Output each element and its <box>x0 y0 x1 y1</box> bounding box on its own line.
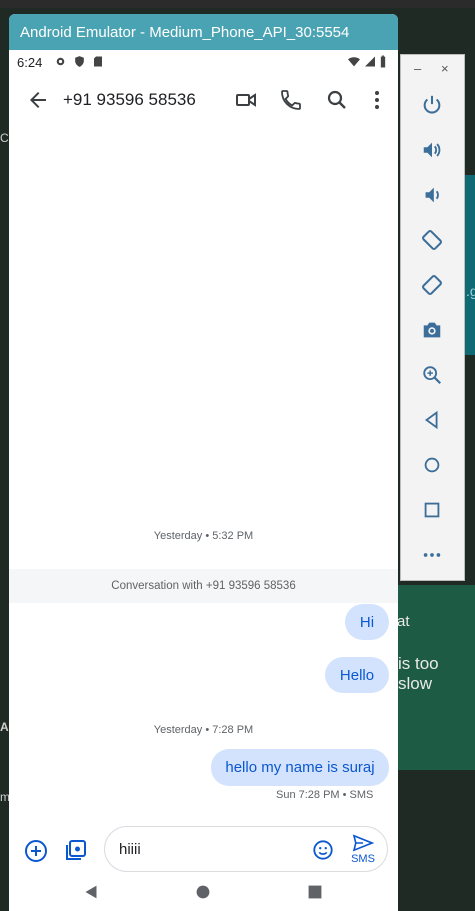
status-bar: 6:24 <box>9 50 398 74</box>
gallery-icon[interactable] <box>64 838 88 862</box>
close-button[interactable]: × <box>441 61 449 76</box>
message-input[interactable]: hiiii SMS <box>104 826 388 872</box>
navigation-bar <box>9 876 398 911</box>
shield-icon <box>73 55 86 68</box>
rotate-left-icon[interactable] <box>421 229 443 251</box>
background-text: is too slow <box>398 654 439 693</box>
status-time: 6:24 <box>17 55 43 70</box>
back-icon[interactable] <box>421 409 443 431</box>
contact-title[interactable]: +91 93596 58536 <box>63 90 196 110</box>
status-icons-right <box>347 55 387 68</box>
power-icon[interactable] <box>421 94 443 116</box>
window-title: Android Emulator - Medium_Phone_API_30:5… <box>20 23 350 41</box>
background-text: A <box>0 720 9 734</box>
overview-icon[interactable] <box>421 499 443 521</box>
background-text: at <box>397 613 410 630</box>
camera-icon[interactable] <box>421 319 443 341</box>
conversation-info-banner: Conversation with +91 93596 58536 <box>9 569 398 603</box>
message-bubble[interactable]: Hello <box>325 657 389 693</box>
background-text: C <box>0 131 9 145</box>
volume-down-icon[interactable] <box>421 184 443 206</box>
zoom-icon[interactable] <box>421 364 443 386</box>
background-teal-panel <box>465 175 475 355</box>
status-icons-left <box>54 55 104 68</box>
message-bubble[interactable]: hello my name is suraj <box>211 749 389 786</box>
message-input-text: hiiii <box>119 841 141 858</box>
conversation-app-bar: +91 93596 58536 <box>9 78 398 122</box>
settings-icon <box>54 55 67 68</box>
wifi-icon <box>347 55 361 68</box>
nav-overview-icon[interactable] <box>304 881 326 903</box>
signal-icon <box>364 55 376 68</box>
battery-icon <box>379 55 387 68</box>
desktop-top-bar <box>0 0 475 8</box>
background-text: .g <box>466 283 475 299</box>
arrow-back-icon[interactable] <box>26 88 50 112</box>
sd-card-icon <box>92 55 104 68</box>
send-button[interactable]: SMS <box>348 834 378 866</box>
message-bubble[interactable]: Hi <box>345 604 389 640</box>
emulator-side-toolbar: – × <box>400 54 465 581</box>
emulator-title-bar[interactable]: Android Emulator - Medium_Phone_API_30:5… <box>9 14 398 50</box>
nav-back-icon[interactable] <box>80 881 102 903</box>
compose-bar: hiiii SMS <box>9 826 398 876</box>
date-separator: Yesterday • 7:28 PM <box>153 724 254 736</box>
nav-home-icon[interactable] <box>192 881 214 903</box>
emulator-window: Android Emulator - Medium_Phone_API_30:5… <box>9 14 398 911</box>
more-icon[interactable] <box>421 544 443 566</box>
send-type-label: SMS <box>351 853 375 865</box>
emoji-icon[interactable] <box>312 839 334 861</box>
send-icon <box>352 834 374 852</box>
video-call-icon[interactable] <box>234 88 258 112</box>
volume-up-icon[interactable] <box>421 139 443 161</box>
more-vert-icon[interactable] <box>365 88 389 112</box>
add-circle-icon[interactable] <box>24 839 48 863</box>
date-separator: Yesterday • 5:32 PM <box>153 530 254 542</box>
minimize-button[interactable]: – <box>414 61 421 76</box>
phone-call-icon[interactable] <box>279 88 303 112</box>
message-timestamp: Sun 7:28 PM • SMS <box>276 789 374 801</box>
home-icon[interactable] <box>421 454 443 476</box>
search-icon[interactable] <box>325 88 349 112</box>
rotate-right-icon[interactable] <box>421 274 443 296</box>
